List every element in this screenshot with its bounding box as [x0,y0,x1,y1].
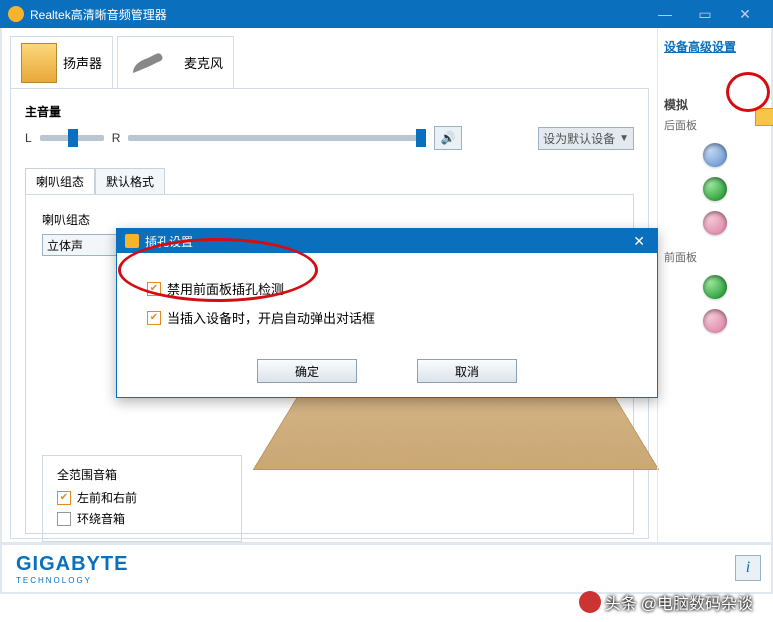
info-button[interactable]: i [735,555,761,581]
microphone-icon [128,48,178,78]
balance-R: R [112,131,121,145]
cancel-button[interactable]: 取消 [417,359,517,383]
window-title: Realtek高清晰音频管理器 [30,6,167,23]
speaker-config-label: 喇叭组态 [42,211,617,228]
speakers-icon [21,43,57,83]
app-icon [8,6,24,22]
jack-rear-green[interactable] [703,177,727,201]
full-range-title: 全范围音箱 [57,466,227,483]
rear-panel-label: 后面板 [664,117,765,133]
chevron-down-icon: ▼ [619,133,629,144]
set-default-dropdown[interactable]: 设为默认设备 ▼ [538,127,634,150]
volume-label: 主音量 [25,103,634,120]
volume-slider[interactable] [128,135,426,141]
watermark-avatar-icon [579,591,601,613]
watermark-handle: @电脑数码杂谈 [641,590,753,614]
close-button[interactable]: ✕ [725,0,765,28]
dialog-icon [125,234,139,248]
subtab-default-format[interactable]: 默认格式 [95,168,165,195]
checkbox-auto-popup[interactable]: ✔ [147,311,161,325]
checkbox-front-lr-label: 左前和右前 [77,489,137,506]
set-default-label: 设为默认设备 [543,130,615,147]
checkbox-front-lr[interactable]: ✔ [57,491,71,505]
dialog-title: 插孔设置 [145,233,193,250]
tab-label: 麦克风 [184,53,223,72]
balance-slider[interactable] [40,135,104,141]
tab-microphone[interactable]: 麦克风 [117,36,234,88]
balance-L: L [25,131,32,145]
analog-section-label: 模拟 [664,96,765,113]
jack-front-pink[interactable] [703,309,727,333]
checkbox-surround[interactable] [57,512,71,526]
opt2-label: 当插入设备时，开启自动弹出对话框 [167,308,375,327]
tab-speakers[interactable]: 扬声器 [10,36,113,88]
jack-front-green[interactable] [703,275,727,299]
window-titlebar: Realtek高清晰音频管理器 — ▭ ✕ [0,0,773,28]
front-panel-label: 前面板 [664,249,765,265]
dialog-close-button[interactable]: ✕ [629,233,649,250]
jack-settings-dialog: 插孔设置 ✕ ✔ 禁用前面板插孔检测 ✔ 当插入设备时，开启自动弹出对话框 确定… [116,228,658,398]
checkbox-surround-label: 环绕音箱 [77,510,125,527]
brand-logo: GIGABYTE [16,553,128,576]
watermark-prefix: 头条 [605,590,637,614]
device-tabs: 扬声器 麦克风 [10,36,649,89]
side-panel: 设备高级设置 模拟 后面板 前面板 [657,28,771,542]
opt1-label: 禁用前面板插孔检测 [167,279,284,298]
jack-rear-blue[interactable] [703,143,727,167]
advanced-settings-link[interactable]: 设备高级设置 [664,40,736,54]
watermark: 头条 @电脑数码杂谈 [579,590,753,614]
sound-icon: 🔊 [441,131,456,145]
mute-button[interactable]: 🔊 [434,126,462,150]
tab-label: 扬声器 [63,53,102,72]
brand-subtitle: TECHNOLOGY [16,576,128,585]
full-range-box: 全范围音箱 ✔ 左前和右前 环绕音箱 [42,455,242,542]
maximize-button[interactable]: ▭ [685,0,725,28]
footer: GIGABYTE TECHNOLOGY i [0,544,773,594]
jack-rear-pink[interactable] [703,211,727,235]
select-value: 立体声 [47,239,83,253]
ok-button[interactable]: 确定 [257,359,357,383]
subtab-speaker-config[interactable]: 喇叭组态 [25,168,95,195]
connector-settings-icon[interactable] [755,108,773,126]
checkbox-disable-front-jack-detection[interactable]: ✔ [147,282,161,296]
minimize-button[interactable]: — [645,0,685,28]
